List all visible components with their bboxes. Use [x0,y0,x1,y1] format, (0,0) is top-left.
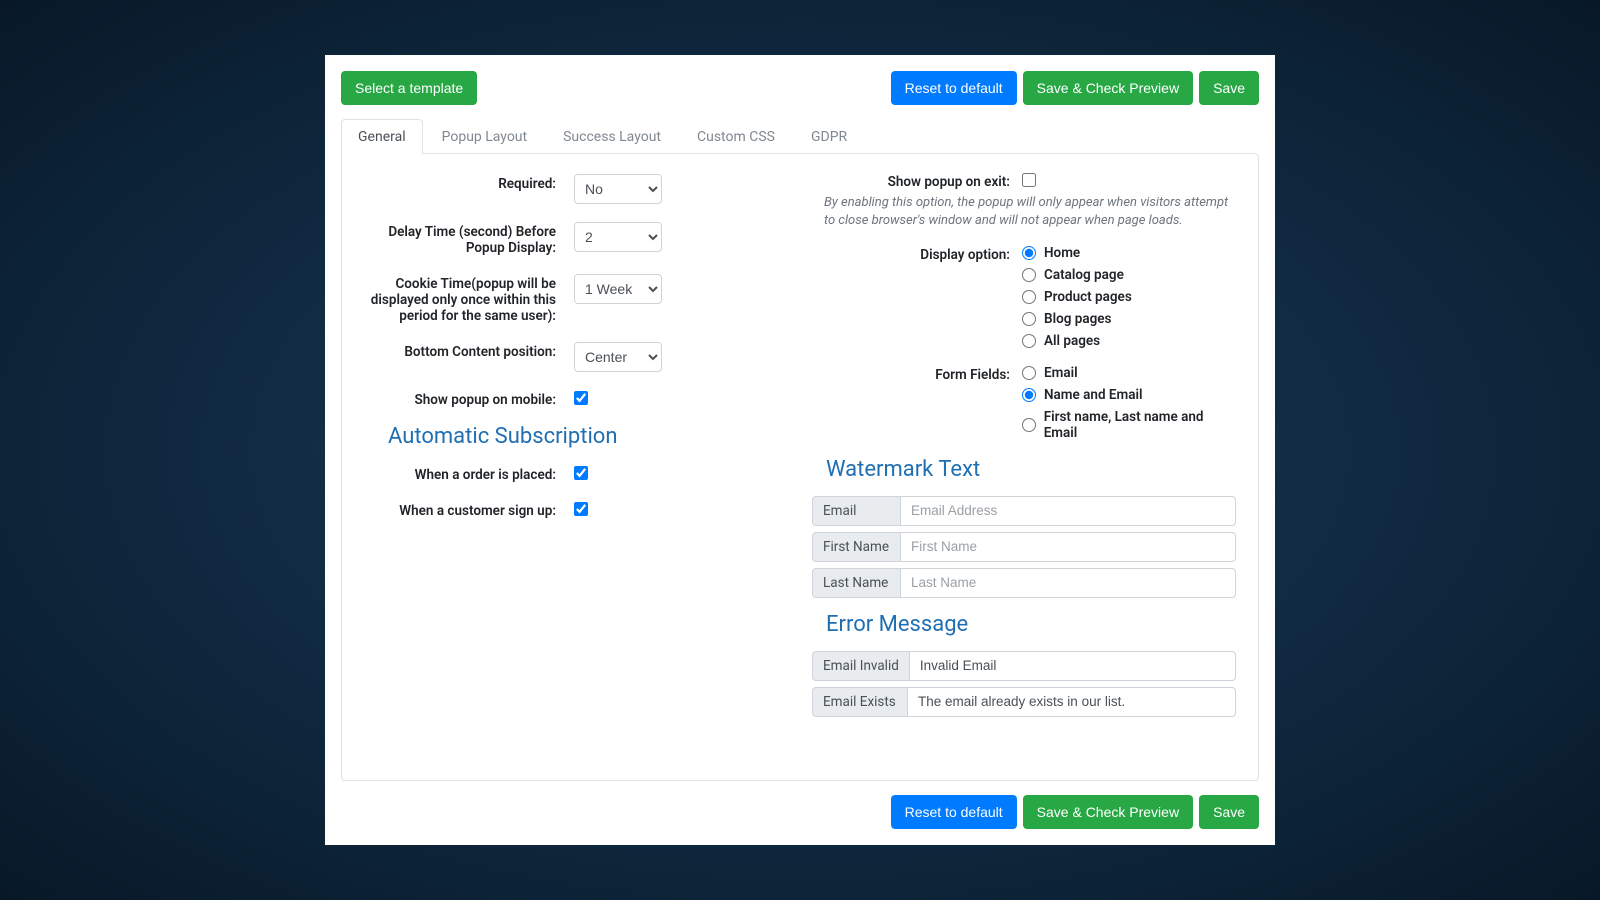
save-preview-button-bottom[interactable]: Save & Check Preview [1023,795,1193,829]
reset-default-button-bottom[interactable]: Reset to default [891,795,1017,829]
save-button-bottom[interactable]: Save [1199,795,1259,829]
tab-content: Required: No Delay Time (second) Before … [341,153,1259,781]
form-fields-name-email-radio[interactable] [1022,388,1036,402]
display-option-catalog-radio[interactable] [1022,268,1036,282]
display-option-product-radio[interactable] [1022,290,1036,304]
select-template-button[interactable]: Select a template [341,71,477,105]
watermark-heading: Watermark Text [826,457,1236,482]
display-option-all-label: All pages [1044,333,1100,349]
display-option-home-label: Home [1044,245,1080,261]
show-exit-label: Show popup on exit: [812,172,1022,190]
display-option-catalog-label: Catalog page [1044,267,1124,283]
error-invalid-label: Email Invalid [812,651,909,681]
left-column: Required: No Delay Time (second) Before … [364,172,788,768]
top-toolbar: Select a template Reset to default Save … [341,71,1259,105]
cookie-select[interactable]: 1 Week [574,274,662,304]
display-option-home-radio[interactable] [1022,246,1036,260]
display-option-blog-radio[interactable] [1022,312,1036,326]
show-mobile-checkbox[interactable] [574,391,588,405]
form-fields-name-email-label: Name and Email [1044,387,1143,403]
tab-success-layout[interactable]: Success Layout [546,119,678,154]
error-exists-label: Email Exists [812,687,907,717]
show-mobile-label: Show popup on mobile: [364,388,574,408]
error-heading: Error Message [826,612,1236,637]
order-placed-checkbox[interactable] [574,466,588,480]
display-option-product-label: Product pages [1044,289,1132,305]
delay-select[interactable]: 2 [574,222,662,252]
error-exists-input[interactable] [907,687,1236,717]
tab-custom-css[interactable]: Custom CSS [680,119,792,154]
watermark-first-label: First Name [812,532,900,562]
display-option-label: Display option: [812,245,1022,355]
right-column: Show popup on exit: By enabling this opt… [812,172,1236,768]
form-fields-flname-email-radio[interactable] [1022,418,1036,432]
save-preview-button-top[interactable]: Save & Check Preview [1023,71,1193,105]
watermark-email-label: Email [812,496,900,526]
save-button-top[interactable]: Save [1199,71,1259,105]
delay-label: Delay Time (second) Before Popup Display… [364,220,574,256]
form-fields-flname-email-label: First name, Last name and Email [1044,409,1236,441]
tab-gdpr[interactable]: GDPR [794,119,864,154]
display-option-all-radio[interactable] [1022,334,1036,348]
tab-general[interactable]: General [341,119,423,154]
customer-signup-checkbox[interactable] [574,502,588,516]
form-fields-label: Form Fields: [812,365,1022,447]
show-exit-checkbox[interactable] [1022,173,1036,187]
reset-default-button-top[interactable]: Reset to default [891,71,1017,105]
tab-popup-layout[interactable]: Popup Layout [425,119,545,154]
required-label: Required: [364,172,574,204]
settings-panel: Select a template Reset to default Save … [325,55,1275,845]
form-fields-email-radio[interactable] [1022,366,1036,380]
error-invalid-input[interactable] [909,651,1236,681]
watermark-first-input[interactable] [900,532,1236,562]
tab-bar: General Popup Layout Success Layout Cust… [341,119,1259,154]
watermark-last-input[interactable] [900,568,1236,598]
form-fields-email-label: Email [1044,365,1078,381]
display-option-blog-label: Blog pages [1044,311,1111,327]
watermark-email-input[interactable] [900,496,1236,526]
show-exit-help: By enabling this option, the popup will … [824,194,1236,230]
watermark-last-label: Last Name [812,568,900,598]
order-placed-label: When a order is placed: [364,463,574,483]
cookie-label: Cookie Time(popup will be displayed only… [364,272,574,324]
bottom-content-select[interactable]: Center [574,342,662,372]
bottom-toolbar: Reset to default Save & Check Preview Sa… [341,795,1259,829]
bottom-content-label: Bottom Content position: [364,340,574,372]
customer-signup-label: When a customer sign up: [364,499,574,519]
required-select[interactable]: No [574,174,662,204]
auto-subscription-heading: Automatic Subscription [388,424,788,449]
